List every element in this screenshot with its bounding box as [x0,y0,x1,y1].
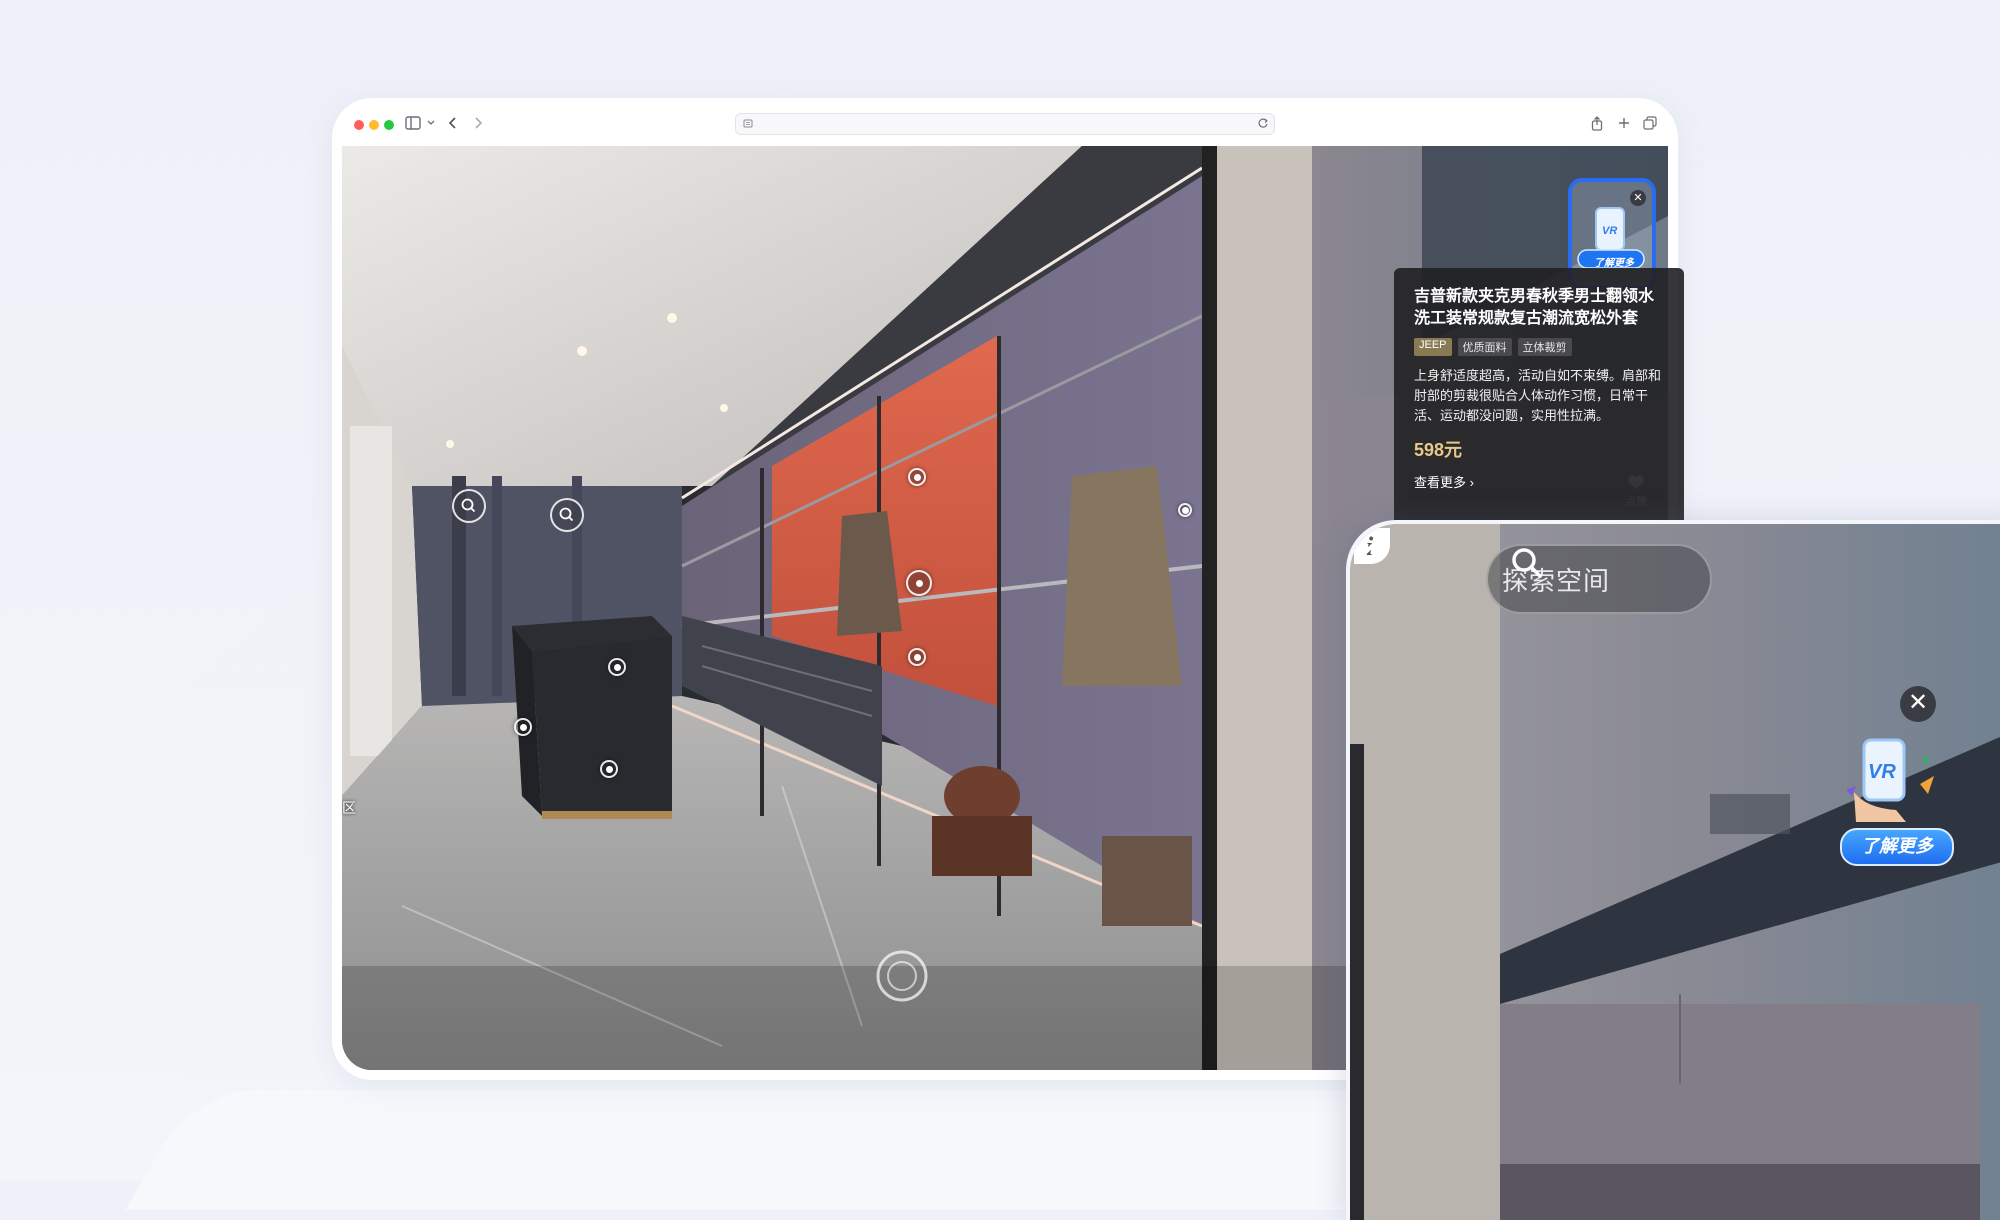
vr-text: VR [1868,761,1896,783]
fullscreen-icon[interactable] [1350,524,1394,568]
tabs-icon[interactable] [1639,112,1661,134]
product-hotspot[interactable] [600,760,618,778]
phone-scene[interactable]: 探索空间 i ✕ VR 了解更多 [1350,524,2000,1220]
brand-tag: JEEP [1414,338,1452,356]
back-icon[interactable] [442,112,464,134]
new-tab-icon[interactable] [1613,112,1635,134]
vr-learn-more-badge[interactable]: VR 了解更多 [1836,730,1966,870]
product-card[interactable]: 吉普新款夹克男春秋季男士翻领水洗工装常规款复古潮流宽松外套 JEEP 优质面料 … [1394,268,1684,533]
vr-phone-icon: VR [1846,738,1934,822]
chevron-down-icon[interactable] [420,112,442,134]
close-icon[interactable]: ✕ [1900,686,1936,722]
explore-search-button[interactable]: 探索空间 [1486,544,1712,614]
product-hotspot[interactable] [908,648,926,666]
product-hotspot[interactable] [514,718,532,736]
vr-text: VR [1602,225,1617,237]
learn-more-label: 了解更多 [1840,828,1954,866]
product-description: 上身舒适度超高，活动自如不束缚。肩部和肘部的剪裁很贴合人体动作习惯，日常干活、运… [1414,368,1662,423]
address-bar[interactable] [735,113,1275,135]
search-icon [559,507,574,522]
product-tags: JEEP 优质面料 立体裁剪 [1414,338,1666,356]
audio-hotspot[interactable] [906,570,932,596]
search-icon [461,498,476,513]
view-more-link[interactable]: 查看更多 › [1414,472,1666,491]
search-hotspot[interactable] [452,489,486,523]
feature-tag: 立体裁剪 [1517,338,1572,356]
browser-toolbar [332,98,1678,146]
phone-zoom-panel: 探索空间 i ✕ VR 了解更多 [1346,520,2000,1220]
product-price: 598元 [1414,440,1463,460]
zone-label: 区 [342,800,356,816]
search-icon [1512,548,1542,578]
phone-panorama [1350,524,2000,1220]
product-hotspot[interactable] [908,468,926,486]
share-icon[interactable] [1586,112,1608,134]
forward-icon[interactable] [467,112,489,134]
page-icon [743,119,753,128]
product-hotspot[interactable] [608,658,626,676]
feature-tag: 优质面料 [1457,338,1512,356]
product-title: 吉普新款夹克男春秋季男士翻领水洗工装常规款复古潮流宽松外套 [1414,288,1655,327]
product-hotspot[interactable] [1178,503,1192,517]
close-window-button[interactable] [354,120,364,130]
zoom-window-button[interactable] [384,120,394,130]
reload-icon[interactable] [1256,116,1270,130]
learn-more-label: 了解更多 [1594,258,1634,269]
search-hotspot[interactable] [550,498,584,532]
minimize-window-button[interactable] [369,120,379,130]
